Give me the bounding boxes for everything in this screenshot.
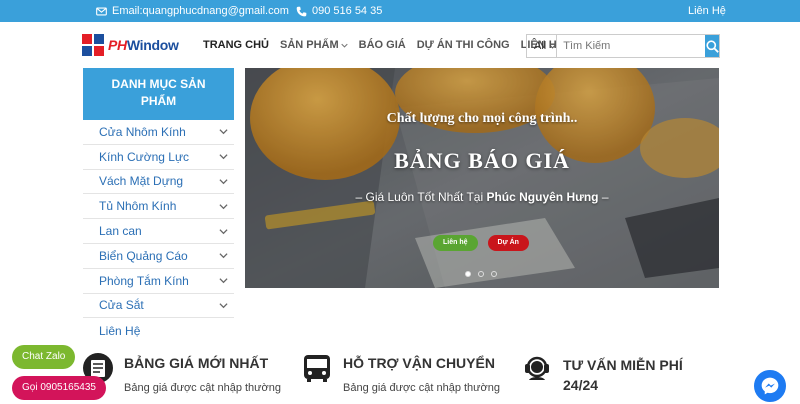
- feature-title: HỖ TRỢ VẬN CHUYỂN: [343, 355, 495, 371]
- call-button[interactable]: Gọi 0905165435: [12, 376, 106, 400]
- feature-title: BẢNG GIÁ MỚI NHẤT: [124, 355, 269, 371]
- chevron-down-icon[interactable]: [219, 301, 228, 310]
- chevron-down-icon[interactable]: [219, 127, 228, 136]
- banner-tagline: Chất lượng cho mọi công trình..: [386, 111, 578, 126]
- top-phone[interactable]: 090 516 54 35: [296, 0, 382, 22]
- category-item[interactable]: Cửa Nhôm Kính: [83, 120, 234, 145]
- messenger-button[interactable]: [752, 368, 788, 404]
- category-item[interactable]: Biển Quảng Cáo: [83, 244, 234, 269]
- support-agent-icon: [525, 356, 549, 380]
- email-icon: [96, 7, 107, 15]
- logo-mark-icon: [82, 34, 104, 56]
- site-logo[interactable]: PHWindow: [82, 34, 179, 56]
- banner-heading: BẢNG BÁO GIÁ: [394, 148, 570, 173]
- chevron-down-icon[interactable]: [219, 276, 228, 285]
- slider-dot[interactable]: [478, 271, 484, 277]
- sidebar-title: DANH MỤC SẢN PHẨM: [83, 68, 234, 120]
- nav-pricing[interactable]: BÁO GIÁ: [359, 39, 406, 51]
- top-contact-link[interactable]: Liên Hệ: [688, 0, 726, 22]
- category-item[interactable]: Kính Cường Lực: [83, 145, 234, 170]
- slider-dot[interactable]: [465, 271, 471, 277]
- chevron-down-icon: [549, 44, 556, 49]
- nav-projects[interactable]: DỰ ÁN THI CÔNG: [417, 39, 510, 51]
- chevron-down-icon[interactable]: [219, 227, 228, 236]
- banner-buttons: Liên hệ Dự Án: [433, 235, 529, 251]
- feature-title: TƯ VẤN MIỄN PHÍ 24/24: [563, 357, 683, 393]
- phone-icon: [296, 6, 307, 16]
- category-item[interactable]: Phòng Tắm Kính: [83, 269, 234, 294]
- chevron-down-icon[interactable]: [219, 251, 228, 260]
- chevron-down-icon: [341, 43, 348, 48]
- features-row: BẢNG GIÁ MỚI NHẤT Bảng giá được cật nhập…: [0, 350, 800, 400]
- top-contact-text: Liên Hệ: [688, 5, 726, 17]
- category-item[interactable]: Cửa Sắt: [83, 294, 234, 319]
- banner-project-button[interactable]: Dự Án: [487, 235, 529, 251]
- search-bar: All: [526, 34, 720, 58]
- banner-contact-button[interactable]: Liên hệ: [433, 235, 478, 251]
- category-item[interactable]: Tủ Nhôm Kính: [83, 194, 234, 220]
- chevron-down-icon[interactable]: [219, 202, 228, 211]
- top-email[interactable]: Email:quangphucdnang@gmail.com: [96, 0, 289, 22]
- top-bar: Email:quangphucdnang@gmail.com 090 516 5…: [0, 0, 800, 22]
- top-phone-text: 090 516 54 35: [312, 5, 383, 17]
- banner-subheading: – Giá Luôn Tốt Nhất Tại Phúc Nguyên Hưng…: [355, 190, 609, 204]
- hero-banner[interactable]: Chất lượng cho mọi công trình.. BẢNG BÁO…: [245, 68, 719, 288]
- category-item[interactable]: Vách Mặt Dựng: [83, 170, 234, 195]
- category-list: Cửa Nhôm Kính Kính Cường Lực Vách Mặt Dự…: [83, 120, 234, 343]
- nav-products[interactable]: SẢN PHẨM: [280, 39, 348, 51]
- search-button[interactable]: [705, 35, 719, 57]
- feature-desc: Bảng giá được cật nhập thường: [124, 382, 281, 394]
- top-email-text: Email:quangphucdnang@gmail.com: [112, 5, 289, 17]
- category-sidebar: DANH MỤC SẢN PHẨM Cửa Nhôm Kính Kính Cườ…: [83, 68, 234, 343]
- search-input[interactable]: [557, 35, 706, 57]
- slider-dots: [465, 271, 497, 277]
- main-nav: TRANG CHỦ SẢN PHẨM BÁO GIÁ DỰ ÁN THI CÔN…: [203, 22, 575, 68]
- slider-dot[interactable]: [491, 271, 497, 277]
- bus-icon: [304, 355, 330, 382]
- site-header: PHWindow TRANG CHỦ SẢN PHẨM BÁO GIÁ DỰ Á…: [0, 22, 800, 68]
- search-category-select[interactable]: All: [527, 35, 558, 57]
- category-item[interactable]: Liên Hệ: [83, 318, 234, 343]
- chat-zalo-button[interactable]: Chat Zalo: [12, 345, 76, 369]
- chevron-down-icon[interactable]: [219, 177, 228, 186]
- nav-home[interactable]: TRANG CHỦ: [203, 39, 269, 51]
- search-icon: [706, 39, 719, 53]
- category-item[interactable]: Lan can: [83, 219, 234, 244]
- messenger-icon: [761, 377, 779, 395]
- logo-text: PHWindow: [108, 37, 179, 53]
- chevron-down-icon[interactable]: [219, 152, 228, 161]
- banner-background-image: [245, 68, 719, 288]
- feature-desc: Bảng giá được cật nhập thường: [343, 382, 500, 394]
